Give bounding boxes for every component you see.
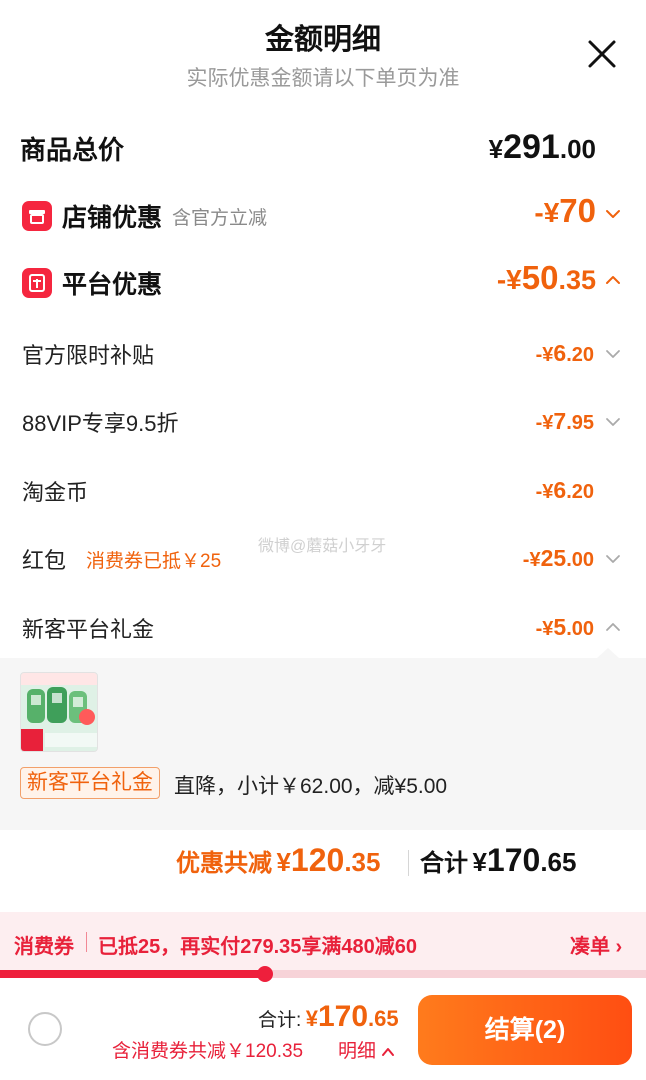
platform-discount-prefix: -¥ <box>496 264 522 295</box>
row-int: 6 <box>553 340 567 366</box>
page-subtitle: 实际优惠金额请以下单页为准 <box>186 67 460 90</box>
goods-total-dec: .00 <box>559 134 596 164</box>
row-dec: .20 <box>566 344 594 366</box>
shop-icon <box>22 201 52 231</box>
row-label-subsidy: 官方限时补贴 <box>22 343 155 368</box>
row-dec: .00 <box>566 549 594 571</box>
page-title: 金额明细 <box>264 24 381 56</box>
row-label-hongbao-wrap: 红包 消费券已抵￥25 <box>22 543 221 575</box>
footer-detail-label: 明细 <box>338 1041 377 1062</box>
footer-total: 合计: ¥170.65 <box>258 1000 399 1034</box>
newcustomer-tag: 新客平台礼金 <box>20 767 160 799</box>
shop-discount-note: 含官方立减 <box>172 207 268 229</box>
shop-discount-prefix: -¥ <box>534 197 560 228</box>
select-all-checkbox[interactable] <box>28 1012 62 1046</box>
row-amount-88vip: -¥7.95 <box>536 408 594 435</box>
goods-total-label: 商品总价 <box>20 135 125 165</box>
footer-total-label: 合计: <box>258 1010 302 1031</box>
row-note-hongbao: 消费券已抵￥25 <box>86 550 222 572</box>
row-int: 25 <box>540 545 567 571</box>
summary-discount-int: 120 <box>290 842 345 878</box>
summary-discount-label: 优惠共减 <box>176 850 272 877</box>
summary-total-int: 170 <box>486 842 541 878</box>
chevron-down-icon[interactable] <box>604 345 622 363</box>
chevron-down-icon[interactable] <box>604 550 622 568</box>
footer-detail-link[interactable]: 明细 <box>338 1036 395 1063</box>
platform-discount-int: 50 <box>521 259 559 296</box>
row-prefix: -¥ <box>535 618 554 640</box>
summary-divider <box>408 850 409 876</box>
row-dec: .95 <box>566 412 594 434</box>
platform-icon <box>22 268 52 298</box>
summary-total-dec: .65 <box>540 847 577 877</box>
row-amount-newcustomer: -¥5.00 <box>536 614 594 641</box>
summary-total-yen: ¥ <box>472 847 487 877</box>
row-prefix: -¥ <box>535 344 554 366</box>
chevron-down-icon[interactable] <box>604 205 622 223</box>
row-int: 6 <box>553 477 567 503</box>
row-dec: .20 <box>566 481 594 503</box>
platform-discount-amount: -¥50.35 <box>497 259 596 297</box>
footer-total-dec: .65 <box>368 1006 399 1031</box>
chevron-up-icon[interactable] <box>604 271 622 289</box>
goods-total-price: ¥291.00 <box>489 128 596 167</box>
summary-total: 合计 ¥170.65 <box>420 842 576 879</box>
panel-caret <box>596 648 620 659</box>
row-amount-taojinbi: -¥6.20 <box>536 477 594 504</box>
close-button[interactable] <box>584 36 620 72</box>
row-prefix: -¥ <box>522 549 541 571</box>
coupon-progress-knob <box>256 966 273 982</box>
footer-total-yen: ¥ <box>305 1006 318 1031</box>
shop-discount-int: 70 <box>559 192 596 229</box>
row-amount-hongbao: -¥25.00 <box>523 545 594 572</box>
newcustomer-tag-desc: 直降，小计￥62.00，减¥5.00 <box>174 775 448 798</box>
coupon-divider <box>86 932 87 952</box>
row-amount-subsidy: -¥6.20 <box>536 340 594 367</box>
chevron-up-icon[interactable] <box>604 618 622 636</box>
platform-discount-label: 平台优惠 <box>62 271 163 299</box>
summary-discount: 优惠共减 ¥120.35 <box>176 842 380 879</box>
platform-discount-dec: .35 <box>558 265 596 295</box>
chevron-up-icon <box>382 1047 395 1056</box>
summary-discount-yen: ¥ <box>276 847 291 877</box>
summary-total-label: 合计 <box>420 850 468 877</box>
add-items-link[interactable]: 凑单 › <box>570 930 622 959</box>
checkout-button[interactable]: 结算(2) <box>418 995 632 1065</box>
row-label-newcustomer: 新客平台礼金 <box>22 617 155 642</box>
chevron-down-icon[interactable] <box>604 413 622 431</box>
row-prefix: -¥ <box>535 412 554 434</box>
goods-total-int: 291 <box>503 128 560 166</box>
goods-total-yen: ¥ <box>488 134 504 164</box>
coupon-desc: 已抵25，再实付279.35享满480减60 <box>98 936 418 958</box>
watermark: 微博@蘑菇小牙牙 <box>258 538 387 555</box>
platform-discount-row[interactable]: 平台优惠 <box>22 265 162 301</box>
close-icon <box>588 40 616 68</box>
shop-discount-row[interactable]: 店铺优惠 含官方立减 <box>22 198 267 234</box>
row-label-88vip: 88VIP专享9.5折 <box>22 411 179 436</box>
coupon-progress-fill <box>0 970 265 978</box>
shop-discount-label: 店铺优惠 <box>62 204 163 232</box>
row-label-hongbao: 红包 <box>22 548 67 573</box>
row-int: 5 <box>553 614 567 640</box>
shop-discount-amount: -¥70 <box>534 192 596 230</box>
footer-total-int: 170 <box>317 1000 369 1033</box>
row-dec: .00 <box>566 618 594 640</box>
summary-discount-dec: .35 <box>344 847 381 877</box>
row-label-taojinbi: 淘金币 <box>22 480 89 505</box>
coupon-title: 消费券 <box>14 936 74 958</box>
footer-discount-note: 含消费券共减￥120.35 <box>112 1041 304 1062</box>
row-prefix: -¥ <box>535 481 554 503</box>
coupon-progress <box>0 966 646 982</box>
row-int: 7 <box>553 408 567 434</box>
product-thumbnail[interactable] <box>20 672 98 752</box>
